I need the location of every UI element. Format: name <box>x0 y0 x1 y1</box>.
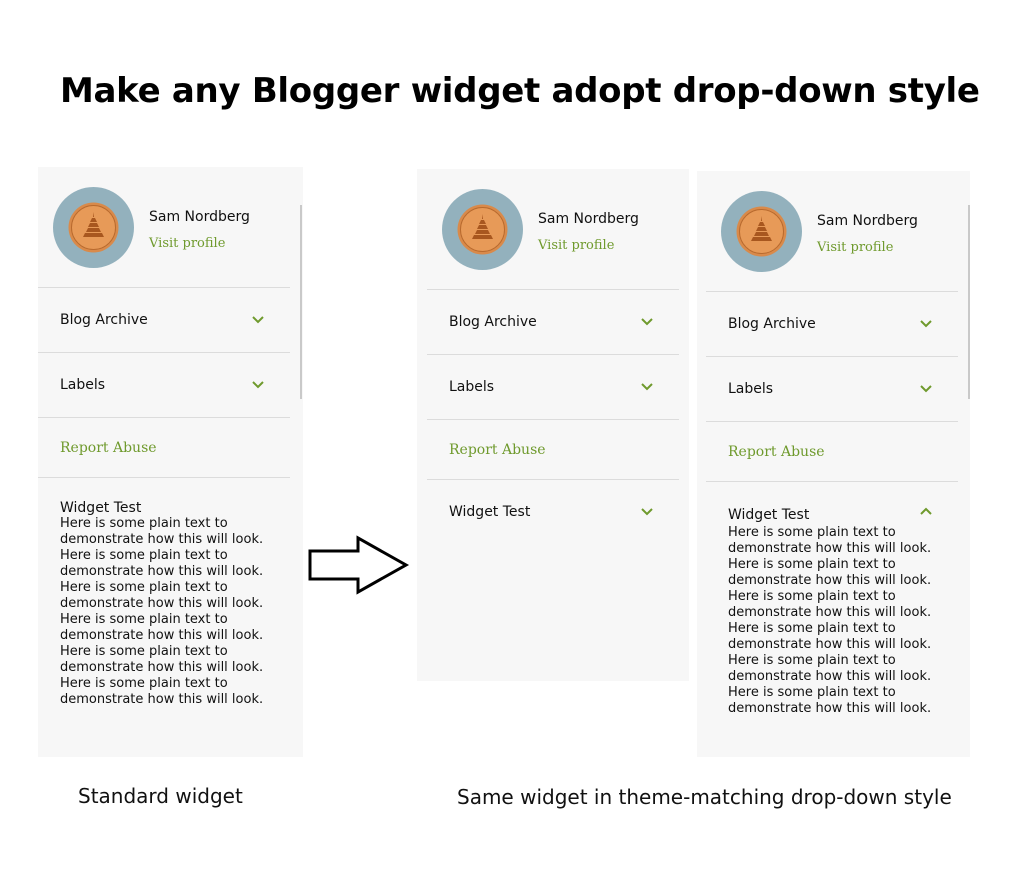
widget-text-line: Here is some plain text to <box>728 653 896 668</box>
scrollbar[interactable] <box>968 205 970 399</box>
blog-archive-row[interactable]: Blog Archive <box>427 289 679 354</box>
report-abuse-link[interactable]: Report Abuse <box>728 444 825 460</box>
profile-section: Sam Nordberg Visit profile <box>427 169 679 289</box>
widget-title[interactable]: Widget Test <box>728 507 936 523</box>
widget-text-line: Here is some plain text to <box>60 612 228 627</box>
visit-profile-link[interactable]: Visit profile <box>538 238 614 253</box>
chevron-down-icon[interactable] <box>641 508 653 516</box>
expanded-dropdown-panel: Sam Nordberg Visit profile Blog Archive … <box>697 171 970 757</box>
labels-label: Labels <box>449 379 495 395</box>
report-abuse-row: Report Abuse <box>706 421 958 481</box>
labels-row[interactable]: Labels <box>38 352 290 417</box>
blog-archive-label: Blog Archive <box>728 316 816 332</box>
standard-widget-panel: Sam Nordberg Visit profile Blog Archive … <box>38 167 303 757</box>
widget-text-line: Here is some plain text to <box>60 548 228 563</box>
chevron-up-icon[interactable] <box>920 507 932 515</box>
widget-text-line: Here is some plain text to <box>728 589 896 604</box>
blog-archive-label: Blog Archive <box>449 314 537 330</box>
labels-row[interactable]: Labels <box>706 356 958 421</box>
profile-name: Sam Nordberg <box>817 213 918 229</box>
widget-text-line: demonstrate how this will look. <box>60 692 264 707</box>
widget-text-line: Here is some plain text to <box>60 676 228 691</box>
chevron-down-icon[interactable] <box>252 381 264 389</box>
collapsed-dropdown-panel: Sam Nordberg Visit profile Blog Archive … <box>417 169 689 681</box>
widget-text-line: demonstrate how this will look. <box>728 605 932 620</box>
widget-text-line: Here is some plain text to <box>60 516 228 531</box>
chevron-down-icon[interactable] <box>252 316 264 324</box>
widget-text-line: demonstrate how this will look. <box>60 660 264 675</box>
widget-text-line: demonstrate how this will look. <box>60 628 264 643</box>
coin-avatar-icon[interactable] <box>53 187 134 268</box>
report-abuse-row: Report Abuse <box>38 417 290 477</box>
widget-text: Here is some plain text to demonstrate ho… <box>60 516 268 708</box>
chevron-down-icon[interactable] <box>641 318 653 326</box>
visit-profile-link[interactable]: Visit profile <box>817 240 893 255</box>
visit-profile-link[interactable]: Visit profile <box>149 236 225 251</box>
coin-avatar-icon[interactable] <box>721 191 802 272</box>
report-abuse-row: Report Abuse <box>427 419 679 479</box>
widget-text: Here is some plain text to demonstrate ho… <box>728 525 936 717</box>
widget-text-line: demonstrate how this will look. <box>728 701 932 716</box>
page-title: Make any Blogger widget adopt drop-down … <box>60 71 980 111</box>
widget-test: Widget Test Here is some plain text to de… <box>706 481 958 717</box>
blog-archive-row[interactable]: Blog Archive <box>706 291 958 356</box>
standard-widget-caption: Standard widget <box>78 784 243 808</box>
scrollbar[interactable] <box>300 205 302 399</box>
right-arrow-icon <box>308 535 410 595</box>
dropdown-widget-caption: Same widget in theme-matching drop-down … <box>457 785 952 809</box>
widget-title: Widget Test <box>60 500 142 516</box>
widget-text-line: demonstrate how this will look. <box>60 596 264 611</box>
widget-text-line: demonstrate how this will look. <box>728 669 932 684</box>
chevron-down-icon[interactable] <box>920 385 932 393</box>
widget-text-line: demonstrate how this will look. <box>728 573 932 588</box>
widget-text-line: Here is some plain text to <box>60 580 228 595</box>
profile-name: Sam Nordberg <box>149 209 250 225</box>
widget-title: Widget Test <box>449 504 531 520</box>
blog-archive-row[interactable]: Blog Archive <box>38 287 290 352</box>
widget-text-line: Here is some plain text to <box>728 621 896 636</box>
profile-section: Sam Nordberg Visit profile <box>706 171 958 291</box>
report-abuse-link[interactable]: Report Abuse <box>60 440 157 456</box>
widget-text-line: demonstrate how this will look. <box>728 637 932 652</box>
coin-avatar-icon[interactable] <box>442 189 523 270</box>
widget-text-line: Here is some plain text to <box>728 525 896 540</box>
report-abuse-link[interactable]: Report Abuse <box>449 442 546 458</box>
blog-archive-label: Blog Archive <box>60 312 148 328</box>
widget-text-line: Here is some plain text to <box>60 644 228 659</box>
chevron-down-icon[interactable] <box>641 383 653 391</box>
labels-label: Labels <box>728 381 774 397</box>
widget-text-line: Here is some plain text to <box>728 685 896 700</box>
widget-text-line: Here is some plain text to <box>728 557 896 572</box>
labels-label: Labels <box>60 377 106 393</box>
widget-test-row[interactable]: Widget Test <box>427 479 679 544</box>
widget-text-line: demonstrate how this will look. <box>60 564 264 579</box>
widget-test: Widget Test Here is some plain text to de… <box>38 477 290 708</box>
profile-name: Sam Nordberg <box>538 211 639 227</box>
labels-row[interactable]: Labels <box>427 354 679 419</box>
widget-text-line: demonstrate how this will look. <box>60 532 264 547</box>
widget-text-line: demonstrate how this will look. <box>728 541 932 556</box>
chevron-down-icon[interactable] <box>920 320 932 328</box>
profile-section: Sam Nordberg Visit profile <box>38 167 290 287</box>
